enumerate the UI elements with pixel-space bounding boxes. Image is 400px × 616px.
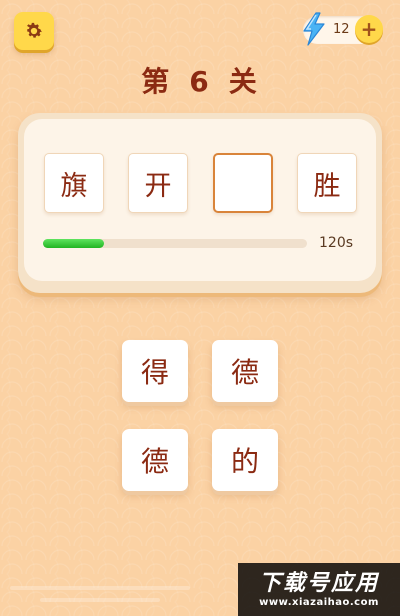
level-prefix: 第 bbox=[141, 65, 172, 98]
gear-icon bbox=[27, 22, 42, 38]
answer-slot-1[interactable]: 旗 bbox=[44, 153, 104, 213]
decorative-stripe bbox=[40, 598, 160, 602]
puzzle-card: 旗 开 胜 120s bbox=[18, 113, 382, 293]
settings-button[interactable] bbox=[14, 12, 54, 50]
energy-count: 12 bbox=[333, 22, 350, 37]
timer-progress-fill bbox=[43, 239, 104, 248]
timer-text: 120s bbox=[319, 235, 354, 251]
answer-slot-2[interactable]: 开 bbox=[128, 153, 188, 213]
answer-slot-3-empty[interactable] bbox=[213, 153, 273, 213]
watermark-title: 下载号应用 bbox=[258, 571, 379, 596]
level-number: 6 bbox=[189, 65, 211, 98]
watermark-logo: 下载号应用 www.xiazaihao.com bbox=[238, 563, 400, 616]
energy-counter: 12 + bbox=[303, 12, 383, 46]
level-suffix: 关 bbox=[228, 65, 259, 98]
answer-slot-4[interactable]: 胜 bbox=[297, 153, 357, 213]
choice-tile-2[interactable]: 德 bbox=[212, 340, 278, 402]
puzzle-panel: 旗 开 胜 120s bbox=[24, 119, 376, 281]
decorative-stripe bbox=[10, 586, 190, 590]
timer-progress-bar bbox=[43, 239, 307, 248]
choice-tile-1[interactable]: 得 bbox=[122, 340, 188, 402]
level-title: 第6关 bbox=[0, 60, 400, 100]
choice-tile-3[interactable]: 德 bbox=[122, 429, 188, 491]
watermark-url: www.xiazaihao.com bbox=[259, 597, 379, 608]
add-energy-button[interactable]: + bbox=[355, 15, 383, 43]
choice-tile-4[interactable]: 的 bbox=[212, 429, 278, 491]
lightning-bolt-icon bbox=[303, 12, 325, 46]
